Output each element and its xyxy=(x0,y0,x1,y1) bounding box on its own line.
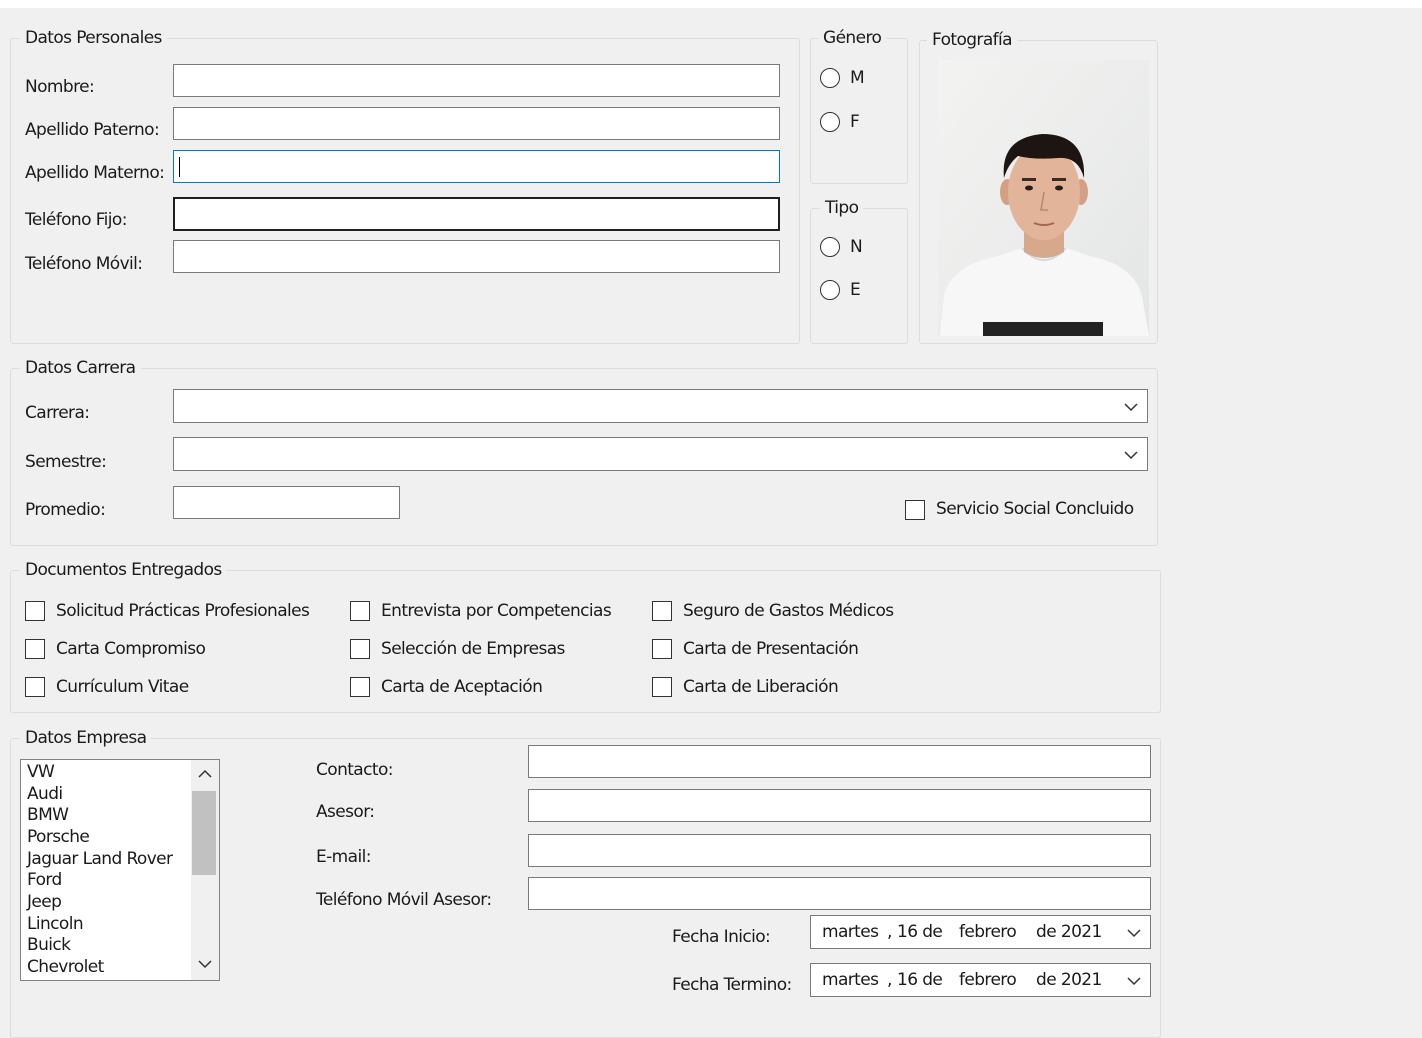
email-field[interactable] xyxy=(528,834,1151,867)
list-item[interactable]: Porsche xyxy=(27,827,90,848)
date-weekday[interactable]: martes xyxy=(822,919,879,945)
portrait-image xyxy=(938,60,1149,336)
tipo-n-label[interactable]: N xyxy=(850,236,863,258)
date-day[interactable]: 16 de xyxy=(897,919,943,945)
scroll-thumb[interactable] xyxy=(192,791,216,875)
list-item[interactable]: Chevrolet xyxy=(27,957,104,978)
date-month[interactable]: febrero xyxy=(959,919,1017,945)
genero-title: Género xyxy=(818,28,887,48)
telefono-fijo-label: Teléfono Fijo: xyxy=(25,210,127,230)
datos-personales-title: Datos Personales xyxy=(20,28,167,48)
date-day[interactable]: 16 de xyxy=(897,967,943,993)
doc-checkbox-seleccion[interactable] xyxy=(350,639,370,659)
telefono-fijo-field[interactable] xyxy=(173,197,780,231)
doc-label-aceptacion[interactable]: Carta de Aceptación xyxy=(381,676,543,698)
carrera-dropdown[interactable] xyxy=(173,389,1148,423)
genero-f-radio[interactable] xyxy=(820,112,840,132)
apellido-materno-field[interactable] xyxy=(173,150,780,183)
datos-carrera-title: Datos Carrera xyxy=(20,358,141,378)
doc-label-presentacion[interactable]: Carta de Presentación xyxy=(683,638,859,660)
apellido-paterno-field[interactable] xyxy=(173,107,780,140)
doc-label-entrevista[interactable]: Entrevista por Competencias xyxy=(381,600,612,622)
servicio-social-checkbox[interactable] xyxy=(905,500,925,520)
contacto-label: Contacto: xyxy=(316,760,393,780)
promedio-field[interactable] xyxy=(173,486,400,519)
semestre-dropdown[interactable] xyxy=(173,437,1148,471)
chevron-down-icon[interactable] xyxy=(196,958,214,970)
doc-label-carta-compromiso[interactable]: Carta Compromiso xyxy=(56,638,206,660)
datos-empresa-title: Datos Empresa xyxy=(20,728,152,748)
list-item[interactable]: Buick xyxy=(27,935,71,956)
servicio-social-label[interactable]: Servicio Social Concluido xyxy=(936,498,1134,520)
date-month[interactable]: febrero xyxy=(959,967,1017,993)
doc-checkbox-entrevista[interactable] xyxy=(350,601,370,621)
date-year[interactable]: de 2021 xyxy=(1036,967,1102,993)
doc-label-solicitud[interactable]: Solicitud Prácticas Profesionales xyxy=(56,600,310,622)
doc-checkbox-presentacion[interactable] xyxy=(652,639,672,659)
empresa-listbox[interactable]: VW Audi BMW Porsche Jaguar Land Rover Fo… xyxy=(20,759,220,981)
date-weekday[interactable]: martes xyxy=(822,967,879,993)
carrera-label: Carrera: xyxy=(25,403,90,423)
student-photo xyxy=(938,60,1149,336)
semestre-label: Semestre: xyxy=(25,452,107,472)
doc-checkbox-seguro[interactable] xyxy=(652,601,672,621)
apellido-paterno-label: Apellido Paterno: xyxy=(25,120,160,140)
date-year[interactable]: de 2021 xyxy=(1036,919,1102,945)
fecha-termino-label: Fecha Termino: xyxy=(672,975,792,995)
text-caret xyxy=(179,157,180,177)
doc-checkbox-liberacion[interactable] xyxy=(652,677,672,697)
doc-label-liberacion[interactable]: Carta de Liberación xyxy=(683,676,839,698)
chevron-down-icon[interactable] xyxy=(1122,449,1140,461)
chevron-up-icon[interactable] xyxy=(196,768,214,780)
date-comma: , xyxy=(887,922,892,942)
doc-checkbox-solicitud[interactable] xyxy=(25,601,45,621)
list-item[interactable]: VW xyxy=(27,762,55,783)
contacto-field[interactable] xyxy=(528,745,1151,778)
genero-f-label[interactable]: F xyxy=(850,111,860,133)
list-scrollbar[interactable] xyxy=(191,760,219,980)
telefono-asesor-label: Teléfono Móvil Asesor: xyxy=(316,890,492,910)
doc-label-seguro[interactable]: Seguro de Gastos Médicos xyxy=(683,600,894,622)
chevron-down-icon[interactable] xyxy=(1122,401,1140,413)
email-label: E-mail: xyxy=(316,847,371,867)
window-top-strip xyxy=(0,0,1422,8)
promedio-label: Promedio: xyxy=(25,500,106,520)
fecha-termino-datepicker[interactable]: martes , 16 de febrero de 2021 xyxy=(810,963,1151,997)
fecha-inicio-label: Fecha Inicio: xyxy=(672,927,771,947)
doc-label-seleccion[interactable]: Selección de Empresas xyxy=(381,638,565,660)
genero-m-radio[interactable] xyxy=(820,68,840,88)
list-item[interactable]: Lincoln xyxy=(27,914,84,935)
documentos-title: Documentos Entregados xyxy=(20,560,227,580)
telefono-movil-label: Teléfono Móvil: xyxy=(25,254,143,274)
list-item[interactable]: Jaguar Land Rover xyxy=(27,849,173,870)
chevron-down-icon[interactable] xyxy=(1125,927,1143,939)
doc-label-curriculum[interactable]: Currículum Vitae xyxy=(56,676,189,698)
list-item[interactable]: Jeep xyxy=(27,892,62,913)
fecha-inicio-datepicker[interactable]: martes , 16 de febrero de 2021 xyxy=(810,915,1151,949)
telefono-asesor-field[interactable] xyxy=(528,877,1151,910)
apellido-materno-label: Apellido Materno: xyxy=(25,163,165,183)
telefono-movil-field[interactable] xyxy=(173,240,780,273)
doc-checkbox-curriculum[interactable] xyxy=(25,677,45,697)
nombre-field[interactable] xyxy=(173,64,780,97)
doc-checkbox-carta-compromiso[interactable] xyxy=(25,639,45,659)
list-item[interactable]: BMW xyxy=(27,805,69,826)
asesor-label: Asesor: xyxy=(316,802,375,822)
nombre-label: Nombre: xyxy=(25,77,95,97)
date-comma: , xyxy=(887,970,892,990)
tipo-group xyxy=(810,208,908,344)
doc-checkbox-aceptacion[interactable] xyxy=(350,677,370,697)
fotografia-title: Fotografía xyxy=(927,30,1017,50)
tipo-e-label[interactable]: E xyxy=(850,279,861,301)
tipo-n-radio[interactable] xyxy=(820,237,840,257)
tipo-e-radio[interactable] xyxy=(820,280,840,300)
tipo-title: Tipo xyxy=(820,198,864,218)
asesor-field[interactable] xyxy=(528,789,1151,822)
chevron-down-icon[interactable] xyxy=(1125,975,1143,987)
list-item[interactable]: Audi xyxy=(27,784,63,805)
list-item[interactable]: Ford xyxy=(27,870,62,891)
genero-m-label[interactable]: M xyxy=(850,67,865,89)
